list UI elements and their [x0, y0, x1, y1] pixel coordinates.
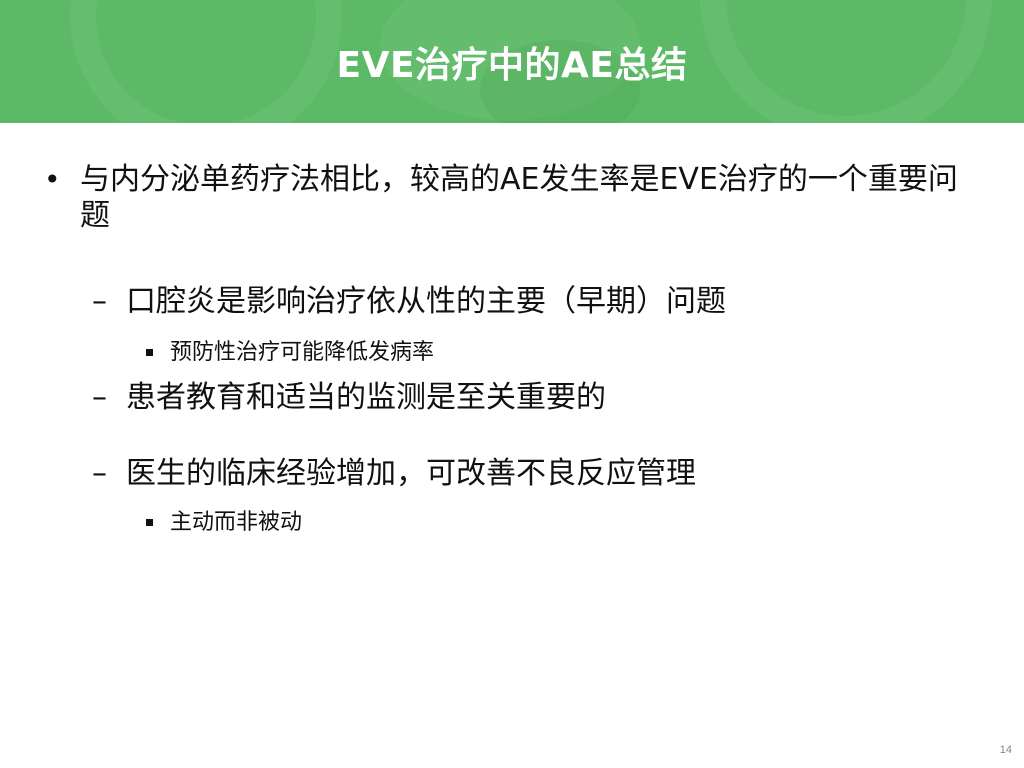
square-bullet-icon — [146, 519, 153, 526]
detail-proactive-text: 主动而非被动 — [170, 510, 303, 535]
page-number: 14 — [999, 744, 1012, 756]
slide: EVE治疗中的AE总结 • 与内分泌单药疗法相比，较高的AE发生率是EVE治疗的… — [0, 0, 1024, 768]
sub-bullet-education-text: 患者教育和适当的监测是至关重要的 — [126, 380, 606, 415]
slide-title: EVE治疗中的AE总结 — [336, 45, 688, 86]
dash-icon: – — [92, 284, 107, 319]
bullet-dot-icon: • — [44, 163, 61, 196]
dash-icon: – — [92, 456, 107, 491]
bullet-main-text: 与内分泌单药疗法相比，较高的AE发生率是EVE治疗的一个重要问题 — [80, 162, 958, 233]
square-bullet-icon — [146, 349, 153, 356]
dash-icon: – — [92, 380, 107, 415]
detail-prevention-text: 预防性治疗可能降低发病率 — [170, 340, 435, 365]
sub-bullet-experience-text: 医生的临床经验增加，可改善不良反应管理 — [126, 456, 696, 491]
sub-bullet-stomatitis-text: 口腔炎是影响治疗依从性的主要（早期）问题 — [126, 284, 726, 319]
